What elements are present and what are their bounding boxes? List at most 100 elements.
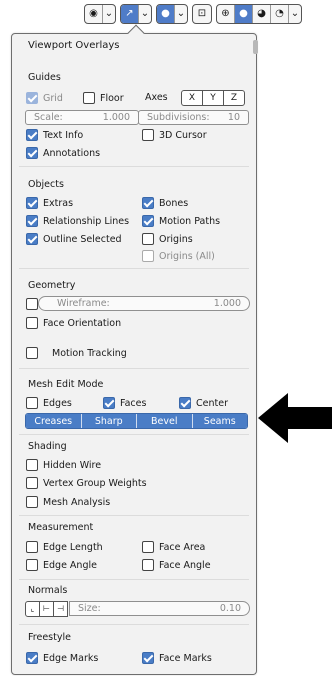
vertex-group-weights-checkbox[interactable]: Vertex Group Weights [26, 476, 147, 490]
subdivisions-label: Subdivisions: [147, 112, 210, 123]
objects-header: Objects [28, 179, 64, 190]
bevel-button[interactable]: Bevel [137, 414, 193, 428]
extras-label: Extras [43, 197, 74, 209]
panel-title: Viewport Overlays [28, 40, 120, 51]
mesh-analysis-check [26, 496, 38, 508]
normals-header: Normals [28, 585, 68, 596]
xray-icon[interactable]: ⊡ [193, 5, 211, 23]
origins-all-checkbox[interactable]: Origins (All) [142, 249, 215, 263]
annotations-check [26, 147, 38, 159]
annotations-checkbox[interactable]: Annotations [26, 146, 100, 160]
vertex-group-weights-check [26, 477, 38, 489]
wireframe-check [26, 298, 38, 310]
face-normals-icon[interactable]: ⊣ [53, 601, 68, 617]
viewport-header-toolbar: ◉ ⌄ ↗ ⌄ ● ⌄ ⊡ ⊕ ● ◕ ◔ ⌄ [84, 4, 302, 24]
solid-shading-icon[interactable]: ● [235, 5, 253, 23]
extras-check [26, 197, 38, 209]
vertex-group-weights-label: Vertex Group Weights [43, 477, 147, 489]
subdivisions-field[interactable]: Subdivisions: 10 [138, 110, 249, 125]
separator [19, 268, 249, 269]
bones-label: Bones [159, 197, 189, 209]
edge-marks-bar: Creases Sharp Bevel Seams [25, 413, 248, 429]
mesh-analysis-label: Mesh Analysis [43, 496, 111, 508]
xray-group: ⊡ [192, 4, 212, 24]
edges-checkbox[interactable]: Edges [26, 396, 72, 410]
chevron-down-icon[interactable]: ⌄ [139, 5, 151, 23]
floor-checkbox[interactable]: Floor [83, 91, 124, 105]
3d-cursor-check [142, 129, 154, 141]
vertex-normals-icon[interactable]: ⌞ [25, 601, 40, 617]
edge-length-checkbox[interactable]: Edge Length [26, 540, 103, 554]
face-orientation-checkbox[interactable]: Face Orientation [26, 316, 121, 330]
sharp-button[interactable]: Sharp [81, 414, 137, 428]
motion-paths-checkbox[interactable]: Motion Paths [142, 214, 220, 228]
wireframe-shading-icon[interactable]: ⊕ [217, 5, 235, 23]
mesh-analysis-checkbox[interactable]: Mesh Analysis [26, 495, 110, 509]
split-normals-icon[interactable]: ⊢ [39, 601, 54, 617]
show-overlays-group: ◉ ⌄ [84, 4, 116, 24]
motion-tracking-label: Motion Tracking [52, 347, 127, 359]
edge-angle-checkbox[interactable]: Edge Angle [26, 558, 97, 572]
hidden-wire-checkbox[interactable]: Hidden Wire [26, 458, 101, 472]
center-checkbox[interactable]: Center [179, 396, 228, 410]
face-marks-checkbox[interactable]: Face Marks [142, 651, 212, 665]
faces-check [103, 397, 115, 409]
scale-field[interactable]: Scale: 1.000 [25, 110, 139, 125]
bones-checkbox[interactable]: Bones [142, 196, 188, 210]
overlays-toggle-icon[interactable]: ● [157, 5, 175, 23]
chevron-down-icon[interactable]: ⌄ [175, 5, 187, 23]
mesh-edit-mode-header: Mesh Edit Mode [28, 379, 104, 390]
guides-header: Guides [28, 72, 61, 83]
extras-checkbox[interactable]: Extras [26, 196, 73, 210]
text-info-checkbox[interactable]: Text Info [26, 128, 83, 142]
separator [19, 434, 249, 435]
edge-angle-label: Edge Angle [43, 559, 97, 571]
origins-all-label: Origins (All) [159, 250, 215, 262]
rendered-shading-icon[interactable]: ◔ [271, 5, 289, 23]
face-area-checkbox[interactable]: Face Area [142, 540, 205, 554]
origins-checkbox[interactable]: Origins [142, 232, 193, 246]
seams-button[interactable]: Seams [192, 414, 247, 428]
center-check [179, 397, 191, 409]
relationship-lines-label: Relationship Lines [43, 215, 130, 227]
normals-size-field[interactable]: Size: 0.10 [69, 601, 250, 616]
hidden-wire-label: Hidden Wire [43, 459, 102, 471]
face-orientation-label: Face Orientation [43, 317, 122, 329]
chevron-down-icon[interactable]: ⌄ [103, 5, 115, 23]
overlay-icon[interactable]: ◉ [85, 5, 103, 23]
motion-tracking-checkbox[interactable]: Motion Tracking [26, 346, 127, 360]
gizmo-icon[interactable]: ↗ [121, 5, 139, 23]
scale-value: 1.000 [102, 112, 130, 123]
edges-check [26, 397, 38, 409]
grid-label: Grid [43, 92, 63, 104]
outline-selected-checkbox[interactable]: Outline Selected [26, 232, 122, 246]
axis-z-button[interactable]: Z [223, 90, 245, 106]
hidden-wire-check [26, 459, 38, 471]
separator [19, 579, 249, 580]
outline-selected-check [26, 233, 38, 245]
faces-checkbox[interactable]: Faces [103, 396, 146, 410]
edge-marks-checkbox[interactable]: Edge Marks [26, 651, 98, 665]
origins-label: Origins [159, 233, 193, 245]
face-marks-label: Face Marks [159, 652, 212, 664]
edge-length-label: Edge Length [43, 541, 103, 553]
relationship-lines-check [26, 215, 38, 227]
floor-label: Floor [100, 92, 124, 104]
face-angle-checkbox[interactable]: Face Angle [142, 558, 211, 572]
creases-button[interactable]: Creases [26, 414, 82, 428]
viewport-overlays-panel: Viewport Overlays Guides Grid Floor Axes… [11, 33, 258, 675]
shading-group: ⊕ ● ◕ ◔ ⌄ [216, 4, 302, 24]
chevron-down-icon[interactable]: ⌄ [289, 5, 301, 23]
axis-x-button[interactable]: X [181, 90, 203, 106]
relationship-lines-checkbox[interactable]: Relationship Lines [26, 214, 129, 228]
material-shading-icon[interactable]: ◕ [253, 5, 271, 23]
normals-buttons: ⌞ ⊢ ⊣ [25, 601, 68, 617]
axis-y-button[interactable]: Y [202, 90, 224, 106]
grid-checkbox[interactable]: Grid [26, 91, 63, 105]
3d-cursor-checkbox[interactable]: 3D Cursor [142, 128, 207, 142]
edge-angle-check [26, 559, 38, 571]
wireframe-threshold-field[interactable]: Wireframe: 1.000 [38, 296, 250, 311]
edges-label: Edges [43, 397, 72, 409]
panel-scrollbar[interactable] [253, 40, 258, 54]
annotation-arrow-icon [258, 393, 332, 443]
